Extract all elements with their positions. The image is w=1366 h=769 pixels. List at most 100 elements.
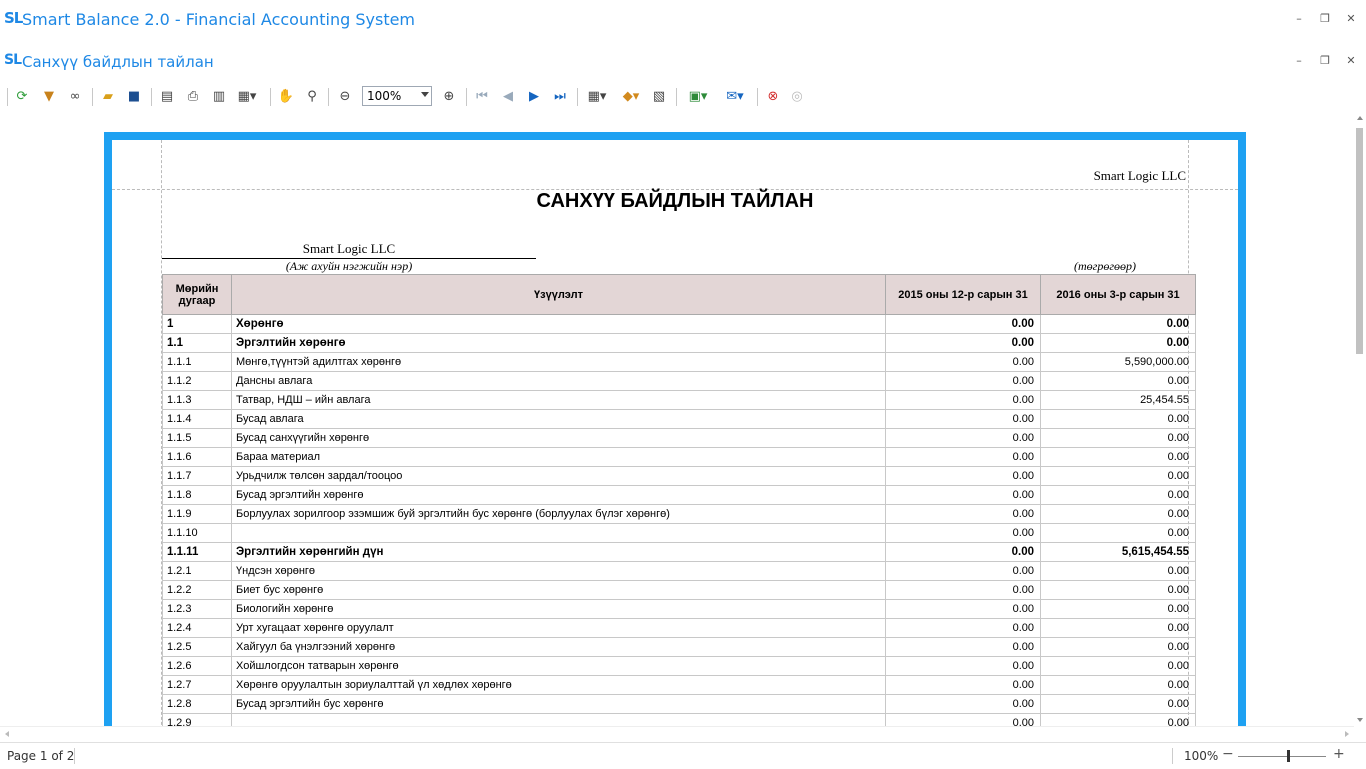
report-preview-area[interactable]: Smart Logic LLC САНХҮҮ БАЙДЛЫН ТАЙЛАН Sm… bbox=[0, 112, 1354, 726]
row-number-cell: 1.2.3 bbox=[162, 599, 232, 619]
zoom-in-button[interactable]: + bbox=[1333, 746, 1345, 762]
window-logo: SL bbox=[4, 52, 22, 68]
table-row: 1.1.1 Мөнгө,түүнтэй адилтгах хөрөнгө 0.00 5… bbox=[162, 352, 1196, 372]
value-2016-cell: 0.00 bbox=[1040, 694, 1196, 714]
toolbar-separator bbox=[151, 88, 152, 106]
scroll-left-icon[interactable] bbox=[5, 731, 9, 737]
company-name: Smart Logic LLC bbox=[162, 241, 536, 259]
table-row: 1.1 Эргэлтийн хөрөнгө 0.00 0.00 bbox=[162, 333, 1196, 353]
window-restore-icon[interactable]: ❐ bbox=[1318, 54, 1332, 67]
export-document-icon[interactable]: ▣▾ bbox=[689, 87, 708, 105]
window-close-icon[interactable]: ✕ bbox=[1344, 54, 1358, 67]
stop-icon[interactable]: ◎ bbox=[788, 87, 806, 105]
multiple-pages-icon[interactable]: ▦▾ bbox=[588, 87, 607, 105]
quick-print-icon[interactable]: ▥ bbox=[210, 87, 228, 105]
next-page-icon[interactable]: ▶ bbox=[525, 87, 543, 105]
vertical-scroll-thumb[interactable] bbox=[1356, 128, 1363, 354]
selected-page-frame[interactable]: Smart Logic LLC САНХҮҮ БАЙДЛЫН ТАЙЛАН Sm… bbox=[104, 132, 1246, 726]
table-row: 1.2.3 Биологийн хөрөнгө 0.00 0.00 bbox=[162, 599, 1196, 619]
scroll-down-icon[interactable] bbox=[1357, 718, 1363, 722]
table-row: 1.1.5 Бусад санхүүгийн хөрөнгө 0.00 0.00 bbox=[162, 428, 1196, 448]
export-options-icon[interactable]: ▦▾ bbox=[238, 87, 257, 105]
indicator-cell: Мөнгө,түүнтэй адилтгах хөрөнгө bbox=[231, 352, 886, 372]
zoom-out-button[interactable]: − bbox=[1222, 746, 1234, 762]
indicator-cell: Эргэлтийн хөрөнгө bbox=[231, 333, 886, 353]
table-row: 1.2.2 Биет бус хөрөнгө 0.00 0.00 bbox=[162, 580, 1196, 600]
window-controls: – ❐ ✕ bbox=[1292, 54, 1358, 67]
value-2015-cell: 0.00 bbox=[885, 428, 1041, 448]
scroll-up-icon[interactable] bbox=[1357, 116, 1363, 120]
indicator-cell: Урт хугацаат хөрөнгө оруулалт bbox=[231, 618, 886, 638]
zoom-select-value: 100% bbox=[367, 89, 402, 103]
first-page-icon[interactable]: ⏮ bbox=[473, 87, 491, 105]
close-preview-icon[interactable]: ⊗ bbox=[764, 87, 782, 105]
indicator-cell bbox=[231, 713, 886, 726]
indicator-cell: Эргэлтийн хөрөнгийн дүн bbox=[231, 542, 886, 562]
last-page-icon[interactable]: ⏭ bbox=[551, 87, 569, 105]
row-number-cell: 1.1.4 bbox=[162, 409, 232, 429]
row-number-cell: 1.1.6 bbox=[162, 447, 232, 467]
indicator-cell: Борлуулах зорилгоор эзэмшиж буй эргэлтий… bbox=[231, 504, 886, 524]
table-row: 1.2.9 0.00 0.00 bbox=[162, 713, 1196, 726]
zoom-out-icon[interactable]: ⊖ bbox=[336, 87, 354, 105]
page-indicator: Page 1 of 2 bbox=[7, 749, 75, 763]
value-2016-cell: 0.00 bbox=[1040, 675, 1196, 695]
filter-icon[interactable]: ▼ bbox=[40, 87, 58, 105]
vertical-scrollbar[interactable] bbox=[1354, 112, 1366, 726]
refresh-icon[interactable]: ⟳ bbox=[13, 87, 31, 105]
watermark-icon[interactable]: ▧ bbox=[650, 87, 668, 105]
magnifier-icon[interactable]: ⚲ bbox=[303, 87, 321, 105]
column-header-2016: 2016 оны 3-р сарын 31 bbox=[1040, 274, 1196, 315]
indicator-cell: Бусад авлага bbox=[231, 409, 886, 429]
restore-icon[interactable]: ❐ bbox=[1318, 12, 1332, 25]
report-window-title-bar: SL Санхүү байдлын тайлан – ❐ ✕ bbox=[0, 44, 1366, 80]
window-minimize-icon[interactable]: – bbox=[1292, 54, 1306, 67]
indicator-cell: Хөрөнгө оруулалтын зориулалттай үл хөдлө… bbox=[231, 675, 886, 695]
horizontal-scrollbar[interactable] bbox=[0, 726, 1354, 741]
minimize-icon[interactable]: – bbox=[1292, 12, 1306, 25]
table-row: 1.1.3 Татвар, НДШ – ийн авлага 0.00 25,454.… bbox=[162, 390, 1196, 410]
value-2016-cell: 0.00 bbox=[1040, 314, 1196, 334]
balance-sheet-table: Мөрийн дугаар Үзүүлэлт 2015 оны 12-р сар… bbox=[162, 274, 1196, 726]
value-2015-cell: 0.00 bbox=[885, 333, 1041, 353]
value-2016-cell: 0.00 bbox=[1040, 523, 1196, 543]
indicator-cell: Бараа материал bbox=[231, 447, 886, 467]
table-row: 1.1.10 0.00 0.00 bbox=[162, 523, 1196, 543]
zoom-select[interactable]: 100% bbox=[362, 86, 432, 106]
value-2015-cell: 0.00 bbox=[885, 656, 1041, 676]
column-header-2015: 2015 оны 12-р сарын 31 bbox=[885, 274, 1041, 315]
value-2016-cell: 0.00 bbox=[1040, 409, 1196, 429]
value-2015-cell: 0.00 bbox=[885, 542, 1041, 562]
value-2015-cell: 0.00 bbox=[885, 618, 1041, 638]
value-2015-cell: 0.00 bbox=[885, 561, 1041, 581]
print-icon[interactable]: ⎙ bbox=[184, 87, 202, 105]
toolbar-separator bbox=[270, 88, 271, 106]
column-header-indicator: Үзүүлэлт bbox=[231, 274, 886, 315]
report-title: САНХҮҮ БАЙДЛЫН ТАЙЛАН bbox=[536, 190, 814, 212]
zoom-slider-handle[interactable] bbox=[1287, 750, 1290, 762]
open-folder-icon[interactable]: ▰ bbox=[99, 87, 117, 105]
zoom-slider-track[interactable] bbox=[1238, 756, 1326, 757]
table-header-row: Мөрийн дугаар Үзүүлэлт 2015 оны 12-р сар… bbox=[162, 274, 1196, 315]
scroll-right-icon[interactable] bbox=[1345, 731, 1349, 737]
value-2015-cell: 0.00 bbox=[885, 580, 1041, 600]
app-window-controls: – ❐ ✕ bbox=[1292, 12, 1358, 25]
send-email-icon[interactable]: ✉▾ bbox=[726, 87, 744, 105]
toolbar-separator bbox=[577, 88, 578, 106]
chevron-down-icon[interactable] bbox=[421, 92, 429, 97]
toolbar-separator bbox=[466, 88, 467, 106]
hand-tool-icon[interactable]: ✋ bbox=[277, 87, 295, 105]
close-icon[interactable]: ✕ bbox=[1344, 12, 1358, 25]
zoom-in-icon[interactable]: ⊕ bbox=[440, 87, 458, 105]
column-header-row-number: Мөрийн дугаар bbox=[162, 274, 232, 315]
page-setup-icon[interactable]: ▤ bbox=[158, 87, 176, 105]
window-title: Санхүү байдлын тайлан bbox=[22, 53, 214, 71]
row-number-cell: 1.2.5 bbox=[162, 637, 232, 657]
save-icon[interactable]: ■ bbox=[125, 87, 143, 105]
value-2015-cell: 0.00 bbox=[885, 485, 1041, 505]
table-row: 1.1.9 Борлуулах зорилгоор эзэмшиж буй эрг… bbox=[162, 504, 1196, 524]
row-number-cell: 1.1.7 bbox=[162, 466, 232, 486]
background-color-icon[interactable]: ◆▾ bbox=[622, 87, 640, 105]
binoculars-icon[interactable]: ∞ bbox=[66, 87, 84, 105]
previous-page-icon[interactable]: ◀ bbox=[499, 87, 517, 105]
